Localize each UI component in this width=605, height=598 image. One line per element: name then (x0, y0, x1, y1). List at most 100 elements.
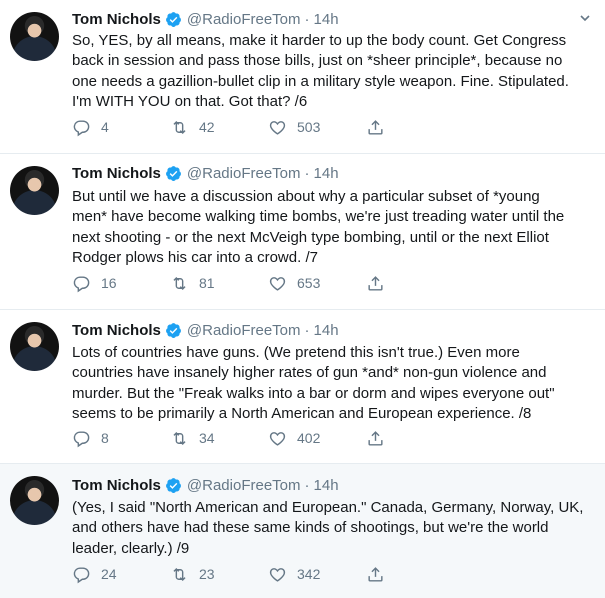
reply-count: 4 (101, 119, 109, 135)
separator: · (304, 476, 310, 494)
timestamp[interactable]: 14h (314, 322, 339, 339)
reply-button[interactable]: 24 (72, 565, 170, 584)
reply-icon (73, 566, 90, 583)
avatar[interactable] (10, 166, 59, 215)
retweet-count: 42 (199, 119, 215, 135)
retweet-icon (173, 567, 186, 581)
avatar[interactable] (10, 12, 59, 61)
reply-button[interactable]: 8 (72, 429, 170, 448)
like-count: 402 (297, 430, 321, 446)
like-count: 503 (297, 119, 321, 135)
tweet-actions: 8 34 402 (72, 427, 385, 449)
retweet-button[interactable]: 42 (170, 118, 268, 137)
chevron-down-icon[interactable] (579, 12, 591, 24)
tweet-text-line: men* have become walking time bombs, we'… (72, 208, 565, 226)
share-button[interactable] (366, 274, 385, 293)
tweet-actions: 24 23 342 (72, 563, 385, 585)
tweet[interactable]: Tom Nichols @RadioFreeTom · 14h But unti… (0, 154, 605, 310)
tweet-text-line: So, YES, by all means, make it harder to… (72, 32, 567, 49)
heart-icon (269, 120, 286, 135)
tweet-text-line: one needs a gazillion-bullet clip in a m… (72, 72, 569, 90)
tweet-header: Tom Nichols @RadioFreeTom · 14h (72, 8, 565, 30)
reply-button[interactable]: 4 (72, 118, 170, 137)
heart-icon (269, 567, 286, 582)
author-name[interactable]: Tom Nichols (72, 477, 161, 494)
tweet[interactable]: Tom Nichols @RadioFreeTom · 14h Lots of … (0, 310, 605, 464)
timestamp[interactable]: 14h (314, 477, 339, 494)
tweet-text-line: (Yes, I said "North American and Europea… (72, 499, 584, 516)
tweet[interactable]: Tom Nichols @RadioFreeTom · 14h (Yes, I … (0, 464, 605, 598)
tweet-text-line: But until we have a discussion about why… (72, 188, 540, 205)
author-handle[interactable]: @RadioFreeTom (187, 477, 301, 494)
tweet-text: But until we have a discussion about why… (72, 187, 589, 269)
retweet-button[interactable]: 81 (170, 274, 268, 293)
tweet-actions: 4 42 503 (72, 116, 385, 138)
like-button[interactable]: 653 (268, 274, 366, 293)
retweet-count: 23 (199, 566, 215, 582)
share-button[interactable] (366, 118, 385, 137)
reply-icon (73, 430, 90, 447)
share-icon (368, 430, 383, 446)
heart-icon (269, 431, 286, 446)
tweet-header: Tom Nichols @RadioFreeTom · 14h (72, 162, 565, 184)
retweet-icon (173, 276, 186, 290)
separator: · (304, 321, 310, 339)
reply-count: 24 (101, 566, 117, 582)
verified-badge-icon (165, 11, 181, 27)
tweet-text-line: leader, clearly.) /9 (72, 539, 190, 557)
tweet[interactable]: Tom Nichols @RadioFreeTom · 14h So, YES,… (0, 0, 605, 154)
author-name[interactable]: Tom Nichols (72, 165, 161, 182)
share-icon (368, 275, 383, 291)
verified-badge-icon (165, 165, 181, 181)
retweet-icon (173, 120, 186, 134)
tweet-header: Tom Nichols @RadioFreeTom · 14h (72, 474, 565, 496)
retweet-button[interactable]: 34 (170, 429, 268, 448)
retweet-icon (173, 431, 186, 445)
tweet-text: So, YES, by all means, make it harder to… (72, 31, 589, 113)
like-count: 342 (297, 566, 321, 582)
tweet-text-line: murder. But the "Freak walks into a bar … (72, 384, 555, 402)
heart-icon (269, 276, 286, 291)
tweet-text-line: I'm WITH YOU on that. Got that? /6 (72, 93, 308, 111)
tweet-text-line: seems to be primarily a North American a… (72, 405, 532, 423)
author-name[interactable]: Tom Nichols (72, 322, 161, 339)
tweet-header: Tom Nichols @RadioFreeTom · 14h (72, 319, 565, 341)
separator: · (304, 10, 310, 28)
author-handle[interactable]: @RadioFreeTom (187, 165, 301, 182)
verified-badge-icon (165, 322, 181, 338)
avatar[interactable] (10, 476, 59, 525)
author-handle[interactable]: @RadioFreeTom (187, 322, 301, 339)
tweet-actions: 16 81 653 (72, 272, 385, 294)
tweet-text-line: countries have insanely higher rates of … (72, 364, 547, 382)
like-button[interactable]: 342 (268, 565, 366, 584)
share-button[interactable] (366, 429, 385, 448)
tweet-text-line: Rodger plows his car into a crowd. /7 (72, 249, 318, 267)
share-icon (368, 119, 383, 135)
like-count: 653 (297, 275, 321, 291)
timestamp[interactable]: 14h (314, 11, 339, 28)
retweet-count: 34 (199, 430, 215, 446)
reply-button[interactable]: 16 (72, 274, 170, 293)
timestamp[interactable]: 14h (314, 165, 339, 182)
tweet-text: Lots of countries have guns. (We pretend… (72, 343, 589, 425)
avatar[interactable] (10, 322, 59, 371)
reply-icon (73, 275, 90, 292)
separator: · (304, 164, 310, 182)
retweet-button[interactable]: 23 (170, 565, 268, 584)
like-button[interactable]: 503 (268, 118, 366, 137)
retweet-count: 81 (199, 275, 215, 291)
tweet-thread: Tom Nichols @RadioFreeTom · 14h So, YES,… (0, 0, 605, 598)
like-button[interactable]: 402 (268, 429, 366, 448)
tweet-text-line: and others have had these same kinds of … (72, 519, 549, 537)
reply-count: 8 (101, 430, 109, 446)
author-name[interactable]: Tom Nichols (72, 11, 161, 28)
reply-icon (73, 119, 90, 136)
reply-count: 16 (101, 275, 117, 291)
tweet-text: (Yes, I said "North American and Europea… (72, 498, 589, 559)
author-handle[interactable]: @RadioFreeTom (187, 11, 301, 28)
share-icon (368, 566, 383, 582)
tweet-text-line: back in session and pass those bills, ju… (72, 52, 563, 70)
tweet-text-line: Lots of countries have guns. (We pretend… (72, 344, 520, 361)
share-button[interactable] (366, 565, 385, 584)
tweet-text-line: next shooting - or the next McVeigh type… (72, 228, 549, 246)
